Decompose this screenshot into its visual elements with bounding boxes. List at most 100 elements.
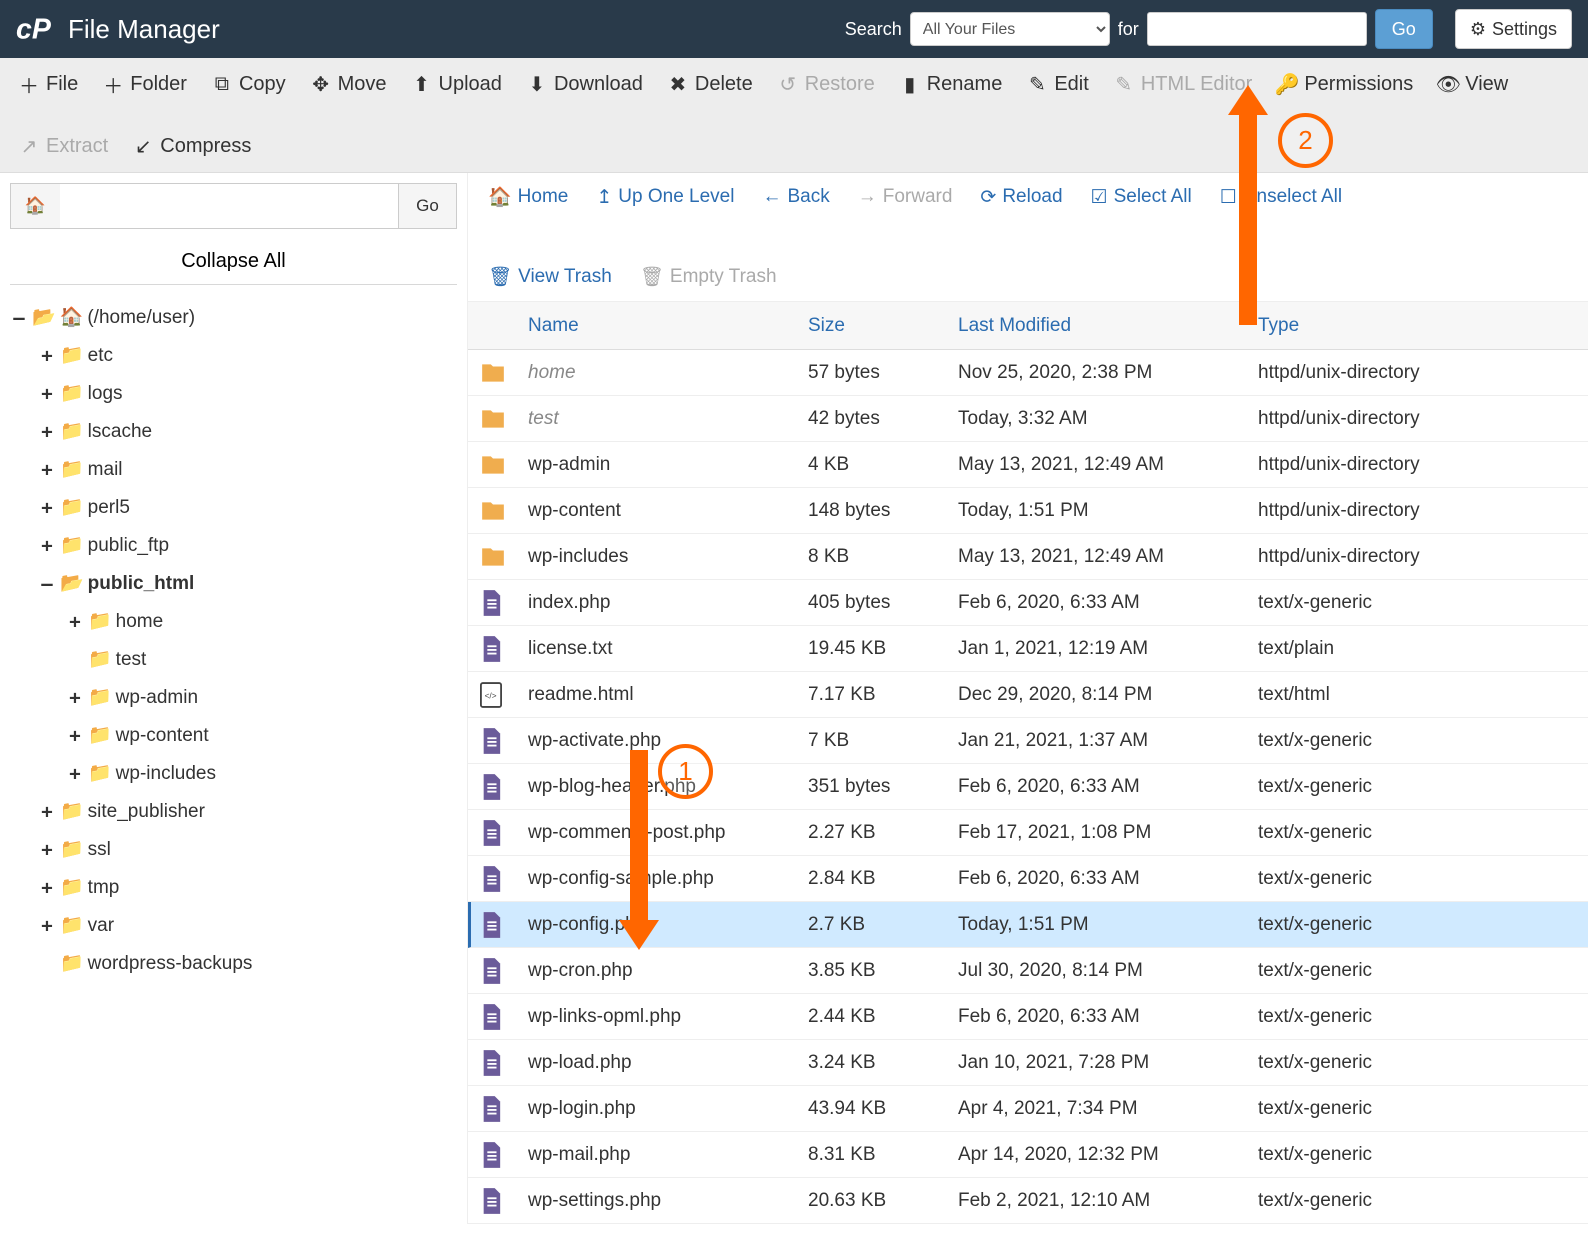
tree-item-var[interactable]: +📁var [10,907,457,945]
table-row[interactable]: </>readme.html7.17 KBDec 29, 2020, 8:14 … [468,672,1588,718]
table-row[interactable]: wp-load.php3.24 KBJan 10, 2021, 7:28 PMt… [468,1040,1588,1086]
tree-toggle[interactable]: + [38,527,56,565]
tree-item-ssl[interactable]: +📁ssl [10,831,457,869]
up-label: Up One Level [618,186,734,208]
tree-item-public_html[interactable]: –📂public_html [10,565,457,603]
tree-toggle[interactable]: + [38,451,56,489]
cell-name: wp-content [528,500,808,522]
path-input[interactable] [60,183,399,229]
rename-button[interactable]: ▮Rename [901,66,1003,102]
delete-button[interactable]: ✖Delete [669,66,753,102]
column-name[interactable]: Name [528,315,808,337]
column-last-modified[interactable]: Last Modified [958,315,1258,337]
compress-button[interactable]: ↙Compress [134,128,251,164]
cell-name: test [528,408,808,430]
tree-item-label: ssl [88,831,111,869]
new-folder-button[interactable]: ＋Folder [104,66,187,102]
up-one-level-action[interactable]: ↥Up One Level [596,186,734,209]
tree-toggle[interactable]: + [66,679,84,717]
move-button[interactable]: ✥Move [312,66,387,102]
tree-root[interactable]: – 📂 🏠 (/home/user) [10,299,457,337]
table-row[interactable]: wp-settings.php20.63 KBFeb 2, 2021, 12:1… [468,1178,1588,1224]
folder-icon: 📁 [88,755,112,793]
download-button[interactable]: ⬇Download [528,66,643,102]
search-input[interactable] [1147,12,1367,46]
cell-type: httpd/unix-directory [1258,546,1588,568]
tree-toggle[interactable]: + [66,717,84,755]
search-scope-select[interactable]: All Your Files [910,12,1110,46]
tree-toggle[interactable]: + [38,793,56,831]
tree-item-label: wp-content [116,717,209,755]
tree-item-etc[interactable]: +📁etc [10,337,457,375]
table-row[interactable]: wp-includes8 KBMay 13, 2021, 12:49 AMhtt… [468,534,1588,580]
annotation-1: 1 [658,744,713,799]
tree-item-logs[interactable]: +📁logs [10,375,457,413]
column-type[interactable]: Type [1258,315,1588,337]
table-row[interactable]: wp-login.php43.94 KBApr 4, 2021, 7:34 PM… [468,1086,1588,1132]
forward-action[interactable]: →Forward [858,186,953,208]
file-icon [480,912,528,938]
tree-item-lscache[interactable]: +📁lscache [10,413,457,451]
table-row[interactable]: wp-cron.php3.85 KBJul 30, 2020, 8:14 PMt… [468,948,1588,994]
table-row[interactable]: license.txt19.45 KBJan 1, 2021, 12:19 AM… [468,626,1588,672]
select-all-label: Select All [1114,186,1192,208]
tree-toggle[interactable]: + [38,337,56,375]
copy-button[interactable]: ⧉Copy [213,66,286,102]
tree-item-home[interactable]: +📁home [10,603,457,641]
home-icon-button[interactable]: 🏠 [10,183,60,229]
tree-toggle[interactable]: + [38,413,56,451]
cell-type: text/x-generic [1258,1190,1588,1212]
trash-icon: 🗑 [488,265,512,289]
tree-toggle[interactable]: – [10,299,28,337]
select-all-action[interactable]: ☑Select All [1091,186,1192,209]
upload-button[interactable]: ⬆Upload [413,66,502,102]
edit-button[interactable]: ✎Edit [1028,66,1088,102]
table-row[interactable]: wp-links-opml.php2.44 KBFeb 6, 2020, 6:3… [468,994,1588,1040]
tree-item-label: mail [88,451,123,489]
tree-item-public_ftp[interactable]: +📁public_ftp [10,527,457,565]
tree-toggle[interactable]: + [66,755,84,793]
settings-button[interactable]: ⚙ Settings [1455,9,1572,49]
tree-toggle[interactable]: – [38,565,56,603]
permissions-button[interactable]: 🔑Permissions [1278,66,1413,102]
table-row[interactable]: wp-admin4 KBMay 13, 2021, 12:49 AMhttpd/… [468,442,1588,488]
tree-item-wordpress-backups[interactable]: 📁wordpress-backups [10,945,457,983]
table-row[interactable]: test42 bytesToday, 3:32 AMhttpd/unix-dir… [468,396,1588,442]
tree-item-site_publisher[interactable]: +📁site_publisher [10,793,457,831]
table-row[interactable]: wp-content148 bytesToday, 1:51 PMhttpd/u… [468,488,1588,534]
tree-item-wp-content[interactable]: +📁wp-content [10,717,457,755]
tree-toggle[interactable]: + [38,375,56,413]
tree-item-mail[interactable]: +📁mail [10,451,457,489]
table-row[interactable]: wp-mail.php8.31 KBApr 14, 2020, 12:32 PM… [468,1132,1588,1178]
reload-action[interactable]: ⟳Reload [980,186,1062,209]
new-file-button[interactable]: ＋File [20,66,78,102]
tree-item-tmp[interactable]: +📁tmp [10,869,457,907]
back-action[interactable]: ←Back [762,186,829,208]
search-go-button[interactable]: Go [1375,9,1433,49]
tree-item-perl5[interactable]: +📁perl5 [10,489,457,527]
tree-toggle[interactable]: + [38,907,56,945]
home-action[interactable]: 🏠Home [488,185,568,209]
cell-name: wp-includes [528,546,808,568]
download-icon: ⬇ [528,75,546,93]
restore-icon: ↺ [779,75,797,93]
tree-toggle[interactable]: + [38,831,56,869]
tree-toggle[interactable]: + [38,489,56,527]
tree-item-test[interactable]: 📁test [10,641,457,679]
extract-button[interactable]: ↗Extract [20,128,108,164]
tree-toggle[interactable]: + [66,603,84,641]
column-size[interactable]: Size [808,315,958,337]
table-row[interactable]: index.php405 bytesFeb 6, 2020, 6:33 AMte… [468,580,1588,626]
path-go-button[interactable]: Go [399,183,457,229]
cell-size: 7.17 KB [808,684,958,706]
view-trash-action[interactable]: 🗑View Trash [488,265,612,289]
collapse-all-button[interactable]: Collapse All [10,239,457,285]
restore-button[interactable]: ↺Restore [779,66,875,102]
tree-item-wp-includes[interactable]: +📁wp-includes [10,755,457,793]
table-row[interactable]: home57 bytesNov 25, 2020, 2:38 PMhttpd/u… [468,350,1588,396]
cell-date: Today, 1:51 PM [958,914,1258,936]
empty-trash-action[interactable]: 🗑Empty Trash [640,265,777,289]
tree-item-wp-admin[interactable]: +📁wp-admin [10,679,457,717]
view-button[interactable]: 👁View [1439,66,1508,102]
tree-toggle[interactable]: + [38,869,56,907]
